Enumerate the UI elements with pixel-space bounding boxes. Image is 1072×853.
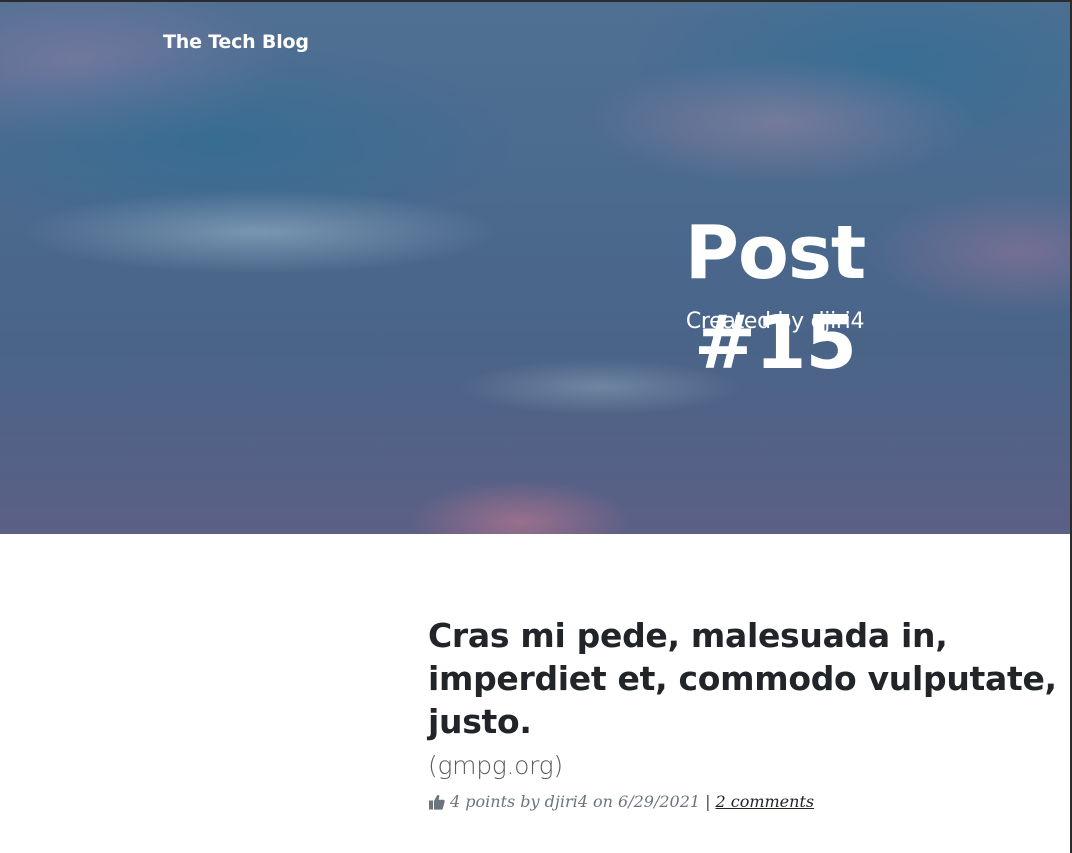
page-subtitle: Created by djiri4 bbox=[685, 309, 865, 334]
comments-link[interactable]: 2 comments bbox=[715, 792, 814, 811]
post-preview: Cras mi pede, malesuada in, imperdiet et… bbox=[428, 614, 1068, 811]
page: The Tech Blog Post #15 Created by djiri4… bbox=[0, 0, 1072, 853]
page-title: Post #15 bbox=[684, 210, 867, 386]
meta-separator: | bbox=[705, 792, 711, 811]
post-meta: 4 points by djiri4 on 6/29/2021 | 2 comm… bbox=[428, 792, 1068, 811]
navbar-brand[interactable]: The Tech Blog bbox=[163, 31, 309, 53]
post-source-domain: (gmpg.org) bbox=[428, 751, 563, 780]
masthead: The Tech Blog Post #15 Created by djiri4 bbox=[0, 2, 1070, 534]
post-points: 4 points by djiri4 on 6/29/2021 bbox=[450, 792, 701, 811]
thumbs-up-icon[interactable] bbox=[428, 793, 446, 811]
post-title[interactable]: Cras mi pede, malesuada in, imperdiet et… bbox=[428, 614, 1068, 743]
